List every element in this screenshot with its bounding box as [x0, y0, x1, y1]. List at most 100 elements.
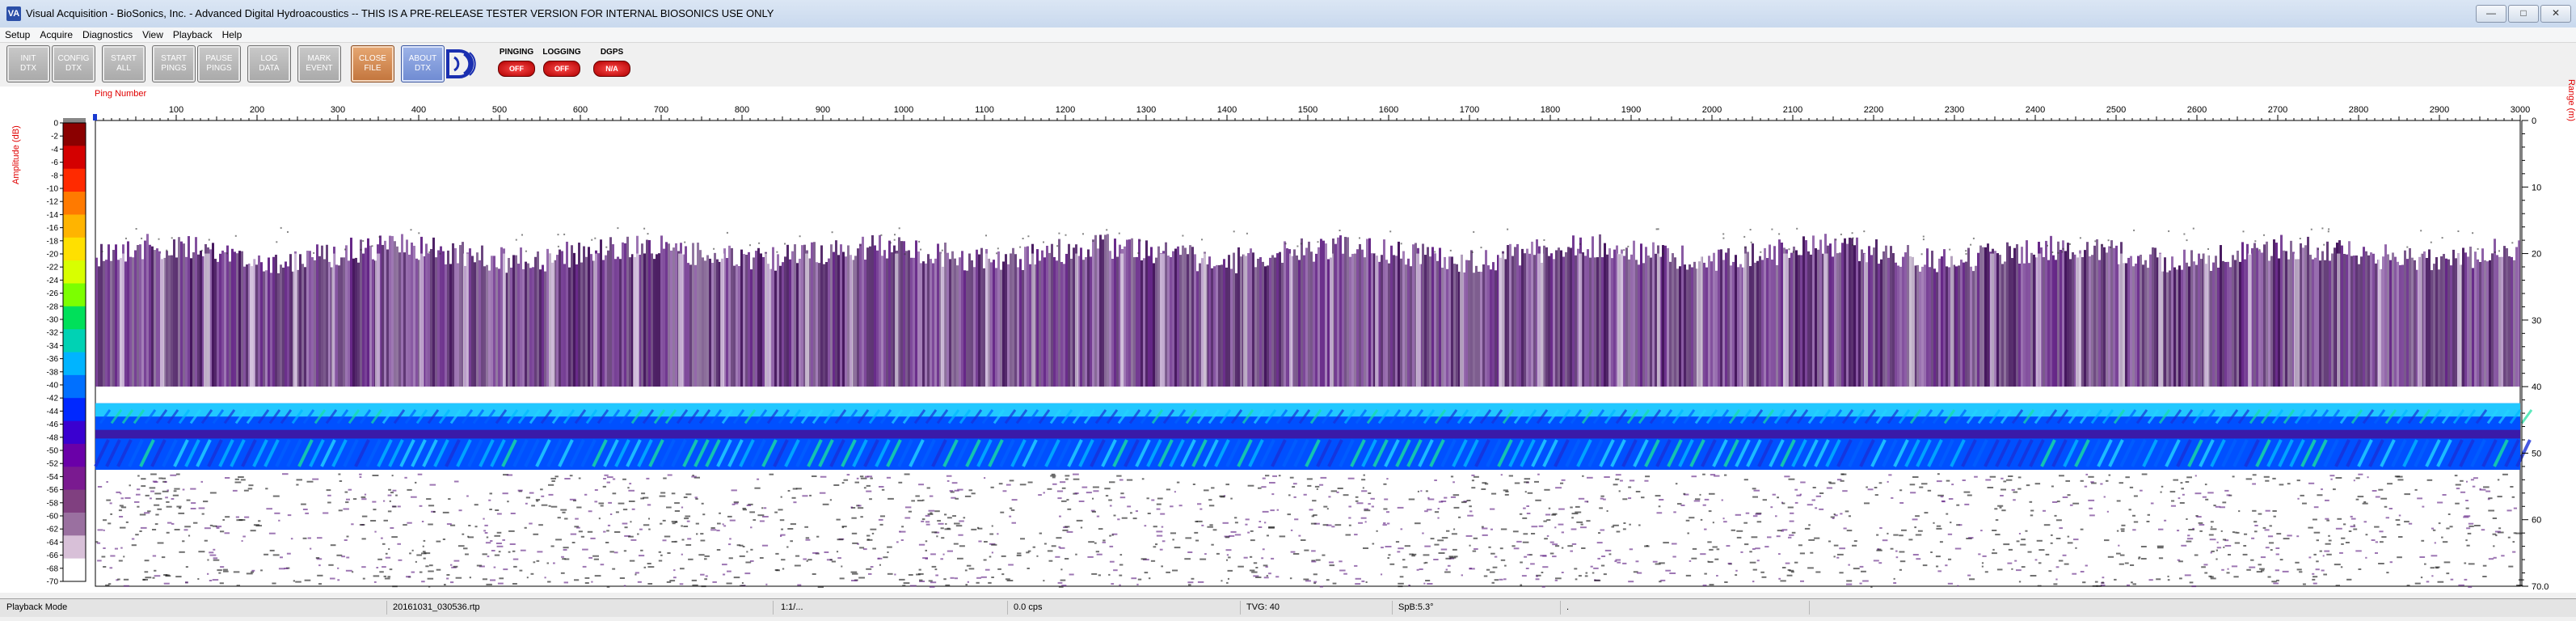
noise-speck — [1126, 479, 1133, 481]
echo-column — [646, 239, 648, 387]
config-dtx-button[interactable]: CONFIG DTX — [52, 45, 95, 82]
echo-column — [2098, 260, 2101, 387]
noise-speck — [2511, 496, 2515, 498]
noise-speck — [2355, 498, 2359, 501]
noise-speck — [660, 522, 663, 525]
echo-column — [2481, 248, 2484, 387]
noise-speck — [1292, 483, 1297, 485]
noise-speck — [1381, 573, 1383, 576]
noise-speck — [436, 540, 441, 543]
noise-speck — [269, 549, 275, 551]
echo-column — [2382, 256, 2384, 387]
echo-gap — [419, 253, 424, 387]
noise-speck — [557, 245, 559, 247]
noise-speck — [1471, 479, 1474, 482]
noise-speck — [1060, 481, 1066, 484]
init-dtx-button[interactable]: INIT DTX — [6, 45, 50, 82]
noise-speck — [2363, 501, 2367, 503]
noise-speck — [2084, 485, 2088, 488]
noise-speck — [1102, 539, 1106, 542]
start-pings-button[interactable]: START PINGS — [152, 45, 196, 82]
minimize-button[interactable]: — — [2476, 5, 2506, 23]
log-data-button[interactable]: LOG DATA — [247, 45, 291, 82]
noise-speck — [1899, 568, 1902, 571]
noise-speck — [569, 498, 576, 501]
noise-speck — [799, 235, 801, 238]
echo-column — [1424, 255, 1427, 387]
noise-speck — [1796, 494, 1802, 496]
noise-speck — [608, 501, 612, 504]
noise-speck — [1067, 508, 1072, 510]
colorbar-tick-label: -52 — [47, 460, 59, 469]
noise-speck — [1775, 515, 1777, 518]
noise-speck — [727, 570, 731, 572]
noise-speck — [222, 519, 225, 521]
start-all-button[interactable]: START ALL — [102, 45, 145, 82]
noise-speck — [1526, 505, 1529, 507]
noise-speck — [938, 522, 944, 525]
noise-speck — [2055, 566, 2060, 568]
menu-setup[interactable]: Setup — [0, 27, 35, 42]
noise-speck — [936, 535, 938, 538]
menu-acquire[interactable]: Acquire — [35, 27, 78, 42]
echo-column — [149, 244, 151, 387]
echo-column — [1650, 257, 1652, 387]
noise-speck — [346, 535, 349, 538]
echo-column — [260, 262, 263, 387]
noise-speck — [152, 529, 157, 530]
noise-speck — [2168, 230, 2170, 232]
noise-speck — [2085, 564, 2088, 567]
noise-speck — [1745, 512, 1750, 514]
noise-speck — [2422, 505, 2425, 508]
menu-help[interactable]: Help — [217, 27, 247, 42]
noise-speck — [198, 507, 205, 509]
echo-column — [1422, 243, 1424, 387]
echo-column — [2355, 255, 2358, 387]
about-dtx-button[interactable]: ABOUT DTX — [401, 45, 445, 82]
noise-speck — [921, 520, 925, 522]
echo-column — [847, 245, 850, 387]
echo-column — [1434, 253, 1436, 387]
echo-column — [1228, 255, 1230, 387]
noise-speck — [427, 577, 434, 580]
echo-column — [1613, 249, 1616, 387]
noise-speck — [1780, 580, 1786, 582]
menu-playback[interactable]: Playback — [168, 27, 217, 42]
noise-speck — [2518, 579, 2524, 581]
close-button[interactable]: ✕ — [2540, 5, 2571, 23]
echo-column — [993, 260, 995, 387]
menu-view[interactable]: View — [137, 27, 168, 42]
noise-speck — [2327, 230, 2329, 233]
noise-speck — [1343, 494, 1349, 496]
noise-speck — [183, 529, 188, 531]
echo-column — [1611, 258, 1613, 387]
noise-speck — [1537, 473, 1540, 475]
noise-speck — [563, 233, 566, 235]
colorbar-tick-label: -32 — [47, 329, 59, 338]
noise-speck — [804, 526, 808, 528]
noise-speck — [2157, 547, 2164, 549]
noise-speck — [1339, 569, 1346, 572]
pause-pings-button[interactable]: PAUSE PINGS — [197, 45, 241, 82]
noise-speck — [794, 564, 801, 567]
noise-speck — [213, 548, 216, 551]
noise-speck — [1749, 229, 1752, 230]
maximize-button[interactable]: □ — [2508, 5, 2539, 23]
close-file-button[interactable]: CLOSE FILE — [351, 45, 394, 82]
noise-speck — [612, 478, 616, 480]
noise-speck — [684, 241, 686, 243]
noise-speck — [2007, 562, 2013, 564]
echo-column — [1444, 256, 1446, 387]
noise-speck — [1472, 550, 1477, 552]
mark-event-button[interactable]: MARK EVENT — [297, 45, 341, 82]
noise-speck — [360, 496, 366, 498]
noise-speck — [1538, 525, 1544, 527]
menu-diagnostics[interactable]: Diagnostics — [78, 27, 137, 42]
noise-speck — [1600, 564, 1605, 567]
noise-speck — [1549, 541, 1554, 543]
echo-column — [1012, 247, 1014, 387]
echo-column — [784, 256, 786, 387]
noise-speck — [592, 555, 599, 557]
echo-column — [219, 253, 221, 387]
echo-column — [2455, 258, 2457, 387]
